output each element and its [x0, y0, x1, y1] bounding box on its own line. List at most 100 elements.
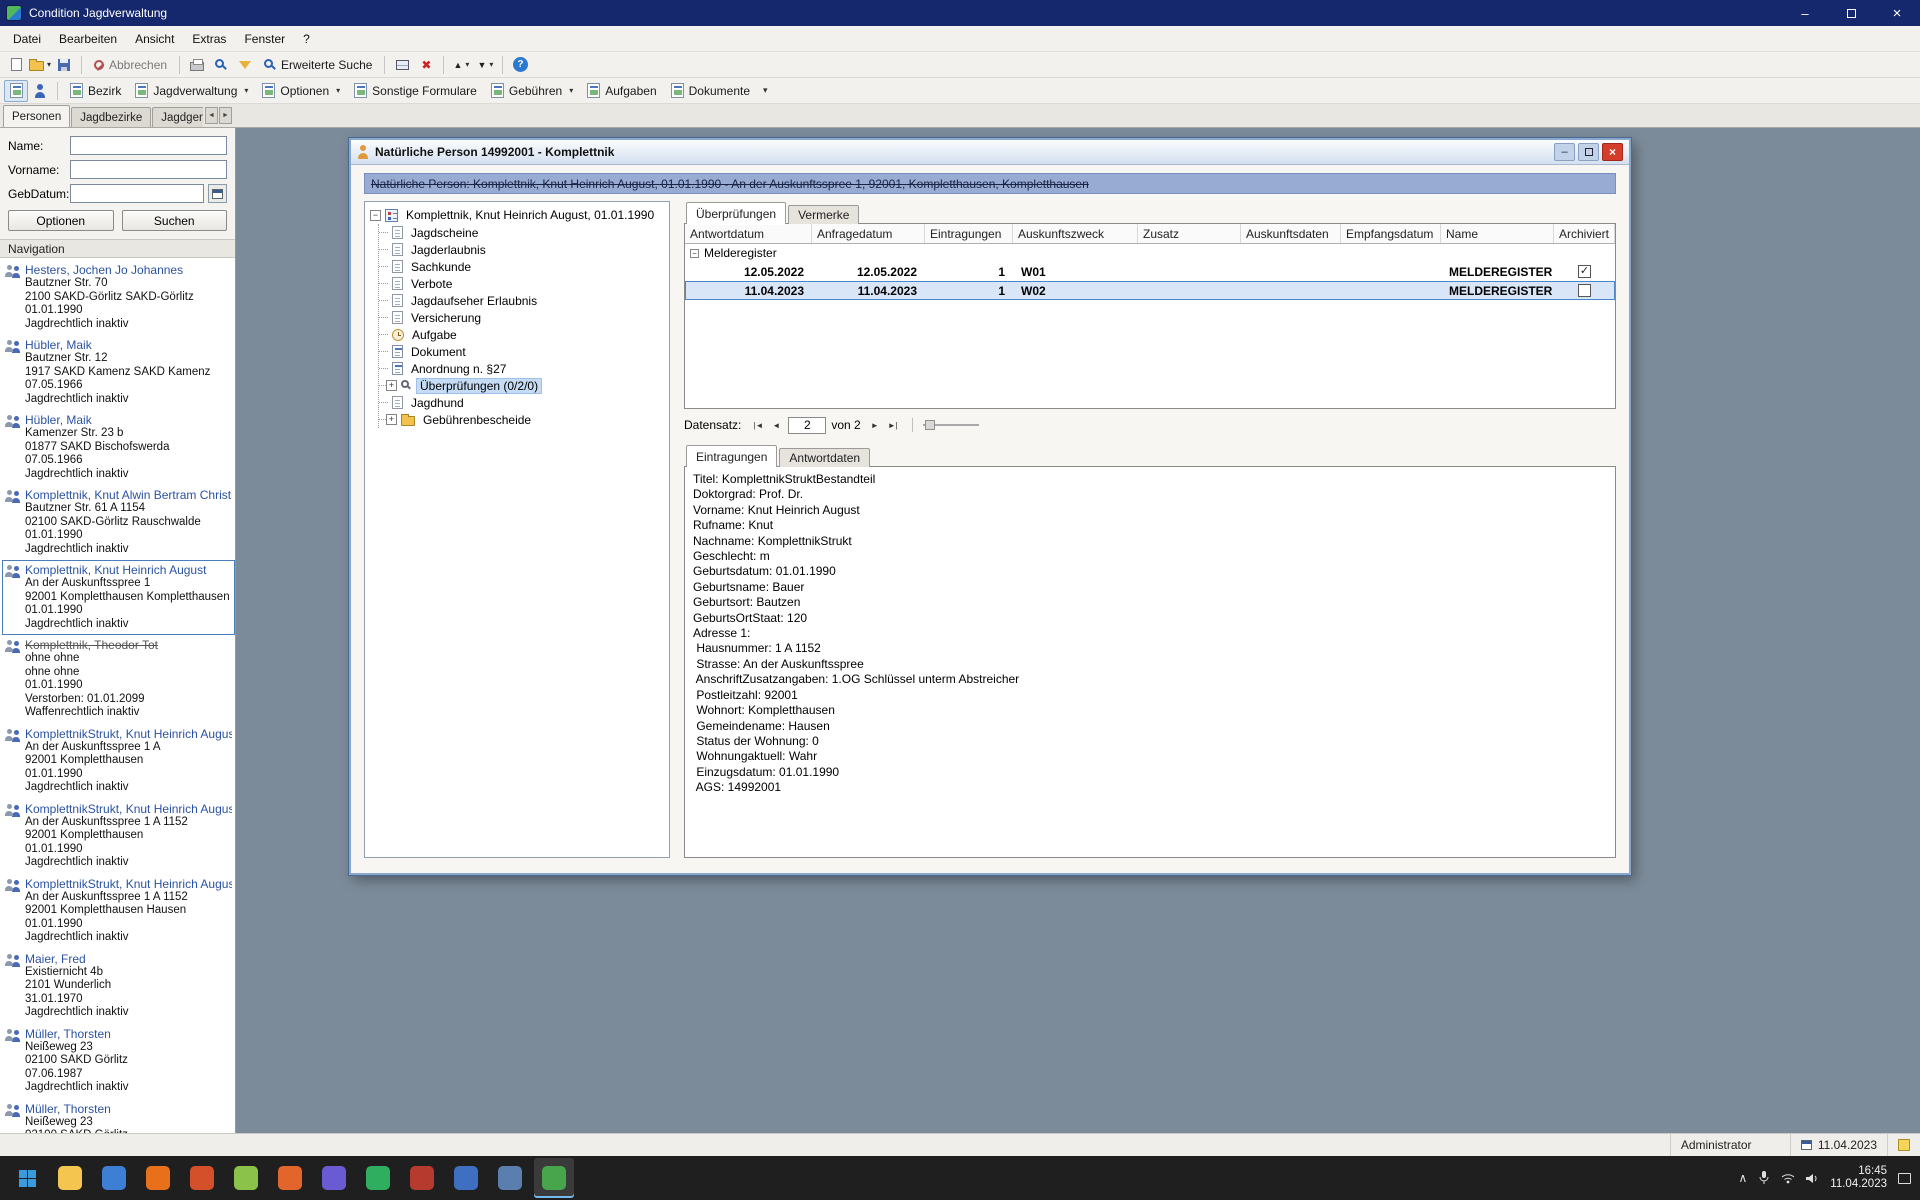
person-name[interactable]: Müller, Thorsten: [25, 1027, 232, 1041]
menu-item-bearbeiten[interactable]: Bearbeiten: [50, 29, 126, 49]
next-record-button[interactable]: ►: [866, 417, 884, 434]
print-icon[interactable]: [185, 54, 209, 76]
child-minimize-icon[interactable]: –: [1554, 143, 1575, 161]
child-titlebar[interactable]: Natürliche Person 14992001 - Komplettnik…: [351, 140, 1629, 165]
collapse-icon[interactable]: −: [370, 210, 381, 221]
tree-item[interactable]: Verbote: [379, 275, 667, 292]
child-maximize-icon[interactable]: [1578, 143, 1599, 161]
close-icon[interactable]: ×: [1874, 0, 1920, 26]
taskbar-app-grid-orange[interactable]: [270, 1158, 310, 1198]
prev-record-button[interactable]: ◄: [767, 417, 785, 434]
grid-column-header[interactable]: Zusatz: [1138, 224, 1241, 243]
taskbar-clock[interactable]: 16:45 11.04.2023: [1830, 1165, 1887, 1192]
taskbar-app-word-purple[interactable]: [314, 1158, 354, 1198]
erweiterte-suche-button[interactable]: Erweiterte Suche: [257, 54, 379, 76]
person-name[interactable]: Komplettnik, Knut Alwin Bertram Christia…: [25, 488, 232, 502]
grid-group-row[interactable]: − Melderegister: [685, 244, 1615, 262]
new-document-icon[interactable]: [4, 54, 28, 76]
start-button[interactable]: [6, 1158, 48, 1198]
person-name[interactable]: Maier, Fred: [25, 952, 232, 966]
tree-item[interactable]: Jagdhund: [379, 394, 667, 411]
notification-icon[interactable]: [1898, 1173, 1911, 1184]
gebdatum-input[interactable]: [70, 184, 204, 203]
tab-antwortdaten[interactable]: Antwortdaten: [779, 448, 870, 467]
volume-icon[interactable]: [1806, 1173, 1819, 1184]
person-list-item[interactable]: KomplettnikStrukt, Knut Heinrich AugustA…: [2, 874, 235, 949]
tree-item[interactable]: Aufgabe: [379, 326, 667, 343]
menu-item-hilfe[interactable]: ?: [294, 29, 319, 49]
grid-column-header[interactable]: Antwortdatum: [685, 224, 812, 243]
taskbar-app-condition-jagdverwaltung[interactable]: [534, 1158, 574, 1198]
menu-item-fenster[interactable]: Fenster: [235, 29, 294, 49]
grid-row[interactable]: 11.04.202311.04.20231W02MELDEREGISTER: [685, 281, 1615, 300]
tree-item[interactable]: Sachkunde: [379, 258, 667, 275]
name-input[interactable]: [70, 136, 227, 155]
last-record-button[interactable]: ►|: [884, 417, 902, 434]
menu-item-extras[interactable]: Extras: [183, 29, 235, 49]
taskbar-app-database-red[interactable]: [402, 1158, 442, 1198]
toolbar-button-gebuhren[interactable]: Gebühren▾: [484, 80, 580, 102]
tree-item[interactable]: +Überprüfungen (0/2/0): [379, 377, 667, 394]
taskbar-app-browser-orange[interactable]: [138, 1158, 178, 1198]
toolbar-button-dokumente[interactable]: Dokumente: [664, 80, 757, 102]
tree-item[interactable]: Jagdscheine: [379, 224, 667, 241]
taskbar-app-planner-blue[interactable]: [446, 1158, 486, 1198]
grid-column-header[interactable]: Auskunftszweck: [1013, 224, 1138, 243]
sort-down-icon[interactable]: ▼▾: [473, 54, 497, 76]
tab-scroll-right-icon[interactable]: ►: [219, 107, 232, 124]
person-list-item[interactable]: KomplettnikStrukt, Knut Heinrich AugustA…: [2, 799, 235, 874]
person-list-item[interactable]: KomplettnikStrukt, Knut Heinrich AugustA…: [2, 724, 235, 799]
delete-icon[interactable]: ✖: [414, 54, 438, 76]
taskbar-app-editor-red[interactable]: [182, 1158, 222, 1198]
taskbar-app-file-explorer[interactable]: [50, 1158, 90, 1198]
toolbar-button-optionen[interactable]: Optionen▾: [255, 80, 347, 102]
toolbar-button-sonstige-formulare[interactable]: Sonstige Formulare: [347, 80, 484, 102]
tray-expand-icon[interactable]: ∧: [1739, 1171, 1748, 1185]
suchen-button[interactable]: Suchen: [122, 210, 228, 231]
person-list-item[interactable]: Müller, ThorstenNeißeweg 2302100 SAKD Gö…: [2, 1024, 235, 1099]
person-name[interactable]: Hübler, Maik: [25, 413, 232, 427]
maximize-icon[interactable]: [1828, 0, 1874, 26]
tab-eintragungen[interactable]: Eintragungen: [686, 445, 777, 467]
person-list-item[interactable]: Komplettnik, Knut Alwin Bertram Christia…: [2, 485, 235, 560]
person-list-item[interactable]: Komplettnik, Knut Heinrich AugustAn der …: [2, 560, 235, 635]
abbrechen-button[interactable]: Abbrechen: [87, 54, 174, 76]
minimize-icon[interactable]: –: [1782, 0, 1828, 26]
person-list-item[interactable]: Maier, FredExistiernicht 4b2101 Wunderli…: [2, 949, 235, 1024]
search-icon[interactable]: [209, 54, 233, 76]
tab-jagdgenossen[interactable]: Jagdgenossen...: [152, 107, 203, 127]
wifi-icon[interactable]: [1781, 1173, 1795, 1184]
first-record-button[interactable]: |◄: [749, 417, 767, 434]
archiviert-checkbox[interactable]: ✓: [1578, 265, 1591, 278]
tab-jagdbezirke[interactable]: Jagdbezirke: [71, 107, 151, 127]
menu-item-ansicht[interactable]: Ansicht: [126, 29, 183, 49]
grid-column-header[interactable]: Eintragungen: [925, 224, 1013, 243]
person-icon[interactable]: [28, 80, 52, 102]
tree-item[interactable]: Anordnung n. §27: [379, 360, 667, 377]
person-list-item[interactable]: Müller, ThorstenNeißeweg 2302100 SAKD Gö…: [2, 1099, 235, 1134]
person-name[interactable]: KomplettnikStrukt, Knut Heinrich August: [25, 877, 232, 891]
taskbar-app-notes-green[interactable]: [226, 1158, 266, 1198]
toolbar-overflow-icon[interactable]: ▾: [757, 85, 774, 96]
menu-item-datei[interactable]: Datei: [4, 29, 50, 49]
grid-row[interactable]: 12.05.202212.05.20221W01MELDEREGISTER✓: [685, 262, 1615, 281]
grid-column-header[interactable]: Archiviert: [1554, 224, 1615, 243]
person-list-item[interactable]: Hübler, MaikBautzner Str. 121917 SAKD Ka…: [2, 335, 235, 410]
taskbar-app-diamond-green[interactable]: [358, 1158, 398, 1198]
tab-personen[interactable]: Personen: [3, 105, 70, 127]
filter-icon[interactable]: [233, 54, 257, 76]
group-collapse-icon[interactable]: −: [690, 249, 699, 258]
table-icon[interactable]: [390, 54, 414, 76]
calendar-button[interactable]: [208, 184, 227, 203]
expand-icon[interactable]: +: [386, 414, 397, 425]
person-list-item[interactable]: Komplettnik, Theodor Totohne ohneohne oh…: [2, 635, 235, 724]
toolbar-button-jagdverwaltung[interactable]: Jagdverwaltung▾: [128, 80, 255, 102]
tree-item[interactable]: Jagdaufseher Erlaubnis: [379, 292, 667, 309]
grid-column-header[interactable]: Name: [1441, 224, 1554, 243]
person-list-item[interactable]: Hübler, MaikKamenzer Str. 23 b01877 SAKD…: [2, 410, 235, 485]
toolbar-button-aufgaben[interactable]: Aufgaben: [580, 80, 663, 102]
grid-column-header[interactable]: Auskunftsdaten: [1241, 224, 1341, 243]
child-close-icon[interactable]: ×: [1602, 143, 1623, 161]
optionen-button[interactable]: Optionen: [8, 210, 114, 231]
expand-icon[interactable]: +: [386, 380, 397, 391]
